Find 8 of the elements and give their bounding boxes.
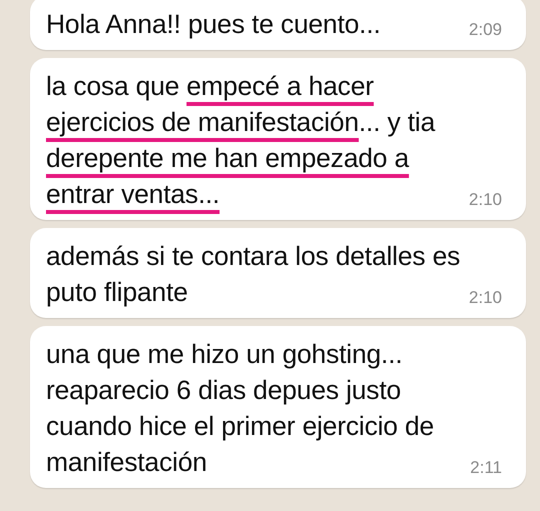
timestamp: 2:10 xyxy=(468,190,502,210)
message-text: la cosa que empecé a hacer ejercicios de manifestación... y tia derepente me han empezado a entrar ventas... 2:10 xyxy=(46,70,503,212)
message-text: además si te contara los detalles es puto flipante 2:10 xyxy=(46,240,503,310)
message-text: Hola Anna!! pues te cuento... 2:09 xyxy=(46,8,503,42)
timestamp: 2:09 xyxy=(468,20,502,40)
timestamp: 2:10 xyxy=(468,288,502,308)
message-text: una que me hizo un gohsting... reaparecio 6 dias depues justo cuando hice el primer ejercicio de manifestación 2:11 xyxy=(46,338,503,480)
timestamp: 2:11 xyxy=(470,458,502,478)
